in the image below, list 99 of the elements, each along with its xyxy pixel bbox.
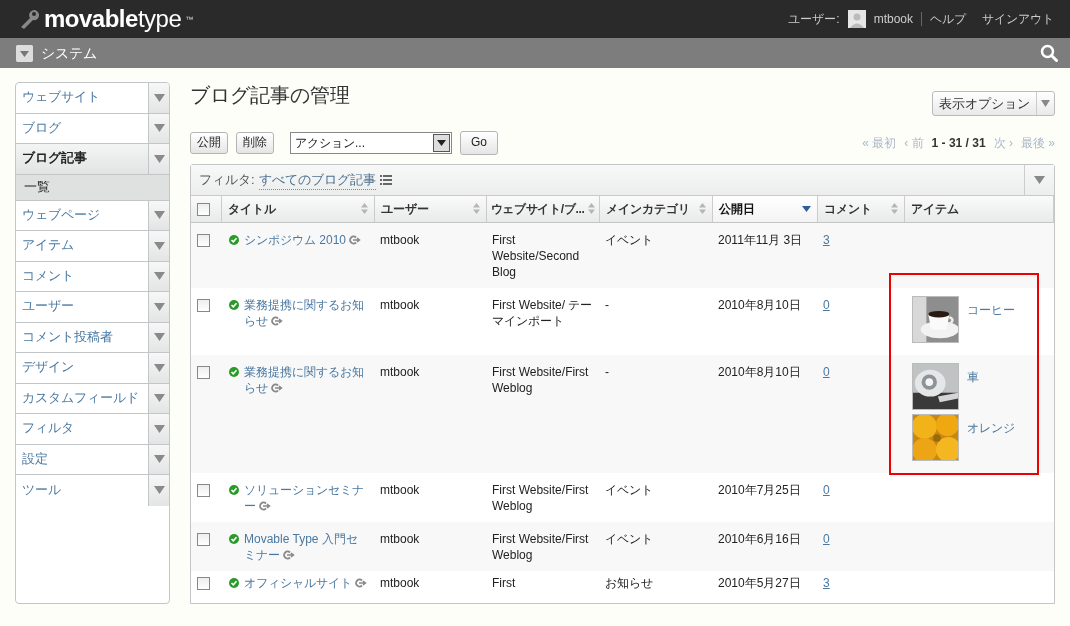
row-checkbox[interactable] [197, 532, 210, 546]
comment-count-link[interactable]: 0 [823, 297, 830, 312]
item-link[interactable]: オレンジ [967, 419, 1015, 436]
author-cell: mtbook [380, 531, 420, 546]
column-header[interactable]: コメント [817, 196, 904, 222]
filter-label: フィルタ: [198, 171, 255, 190]
caret-icon [1034, 176, 1045, 184]
user-label: ユーザー: [788, 11, 840, 28]
view-icon[interactable] [349, 235, 362, 246]
view-icon[interactable] [355, 578, 368, 589]
logo[interactable]: movabletype [44, 7, 182, 31]
author-cell: mtbook [380, 232, 420, 247]
column-header[interactable]: ユーザー [374, 196, 486, 222]
comment-count-link[interactable]: 0 [823, 531, 830, 546]
select-all-checkbox[interactable] [197, 203, 210, 217]
row-checkbox[interactable] [197, 365, 210, 379]
date-cell: 2010年5月27日 [718, 575, 801, 590]
author-cell: mtbook [380, 297, 420, 312]
view-icon[interactable] [283, 550, 296, 561]
sidebar-item[interactable]: ツール [16, 475, 148, 506]
row-checkbox[interactable] [197, 233, 210, 247]
sidebar-item[interactable]: ウェブページ [16, 200, 148, 230]
category-cell: イベント [605, 232, 653, 247]
sort-icon[interactable] [587, 203, 595, 215]
list-icon [379, 175, 392, 185]
category-cell: イベント [605, 482, 653, 497]
sidebar-subitem[interactable]: 一覧 [16, 174, 169, 201]
column-header[interactable]: メインカテゴリ [599, 196, 712, 222]
view-icon[interactable] [271, 316, 284, 327]
site-cell: First Website/ テーマインポート [492, 297, 593, 328]
category-cell: お知らせ [605, 575, 653, 590]
site-cell: First Website/First Weblog [492, 531, 589, 562]
sort-icon[interactable] [360, 203, 368, 215]
date-cell: 2011年11月 3日 [718, 232, 803, 247]
action-button[interactable]: 削除 [236, 132, 274, 154]
filter-link[interactable]: すべてのブログ記事 [258, 169, 376, 191]
row-checkbox[interactable] [197, 298, 210, 312]
category-cell: - [605, 297, 609, 312]
sidebar-item[interactable]: 設定 [16, 444, 148, 474]
row-checkbox[interactable] [197, 576, 210, 590]
date-cell: 2010年8月10日 [718, 297, 801, 312]
column-header[interactable]: 公開日 [712, 196, 817, 222]
caret-icon [1041, 100, 1050, 107]
item-link[interactable]: コーヒー [967, 301, 1015, 318]
row-checkbox[interactable] [197, 483, 210, 497]
sort-descending-icon[interactable] [801, 205, 811, 212]
header-link[interactable]: サインアウト [982, 10, 1054, 28]
sidebar-item[interactable]: ウェブサイト [16, 83, 148, 113]
date-cell: 2010年6月16日 [718, 531, 801, 546]
avatar-icon [847, 10, 866, 28]
date-cell: 2010年8月10日 [718, 364, 801, 379]
comment-count-link[interactable]: 0 [823, 482, 830, 497]
user-link[interactable]: mtbook [873, 10, 913, 28]
author-cell: mtbook [380, 364, 420, 379]
comment-count-link[interactable]: 3 [823, 575, 830, 590]
sort-icon[interactable] [698, 203, 706, 215]
site-cell: First Website/First Weblog [492, 482, 589, 513]
comment-count-link[interactable]: 3 [823, 232, 830, 247]
category-cell: イベント [605, 531, 653, 546]
author-cell: mtbook [380, 575, 420, 590]
sidebar-item[interactable]: デザイン [16, 353, 148, 383]
sidebar-item[interactable]: ブログ記事 [16, 144, 148, 174]
site-cell: First [492, 575, 516, 590]
trademark: ™ [185, 14, 194, 26]
entry-title-link[interactable]: ソリューションセミナー [244, 481, 368, 514]
date-cell: 2010年7月25日 [718, 482, 801, 497]
sidebar-item[interactable]: コメント [16, 261, 148, 291]
view-icon[interactable] [271, 383, 284, 394]
sort-icon[interactable] [472, 203, 480, 215]
header-link[interactable]: ヘルプ [930, 10, 966, 28]
sidebar-item[interactable]: ユーザー [16, 292, 148, 322]
category-cell: - [605, 364, 609, 379]
entry-title-link[interactable]: 業務提携に関するお知らせ [244, 296, 368, 329]
column-header[interactable]: ウェブサイト/ブ... [486, 196, 599, 222]
site-cell: First Website/Second Blog [492, 232, 580, 279]
search-icon[interactable] [1040, 44, 1058, 62]
sidebar-item[interactable]: カスタムフィールド [16, 383, 148, 413]
scope-label[interactable]: システム [41, 42, 97, 64]
column-header[interactable]: アイテム [904, 196, 1054, 222]
entry-title-link[interactable]: オフィシャルサイト [244, 574, 368, 591]
dropdown-icon[interactable] [16, 44, 33, 62]
item-link[interactable]: 車 [967, 368, 979, 385]
display-options-button[interactable]: 表示オプション [932, 91, 1055, 116]
action-button[interactable]: 公開 [190, 132, 228, 154]
action-select[interactable]: アクション... [290, 132, 452, 154]
comment-count-link[interactable]: 0 [823, 364, 830, 379]
sidebar-item[interactable]: アイテム [16, 231, 148, 261]
column-header[interactable]: タイトル [221, 196, 374, 222]
author-cell: mtbook [380, 482, 420, 497]
sidebar-item[interactable]: コメント投稿者 [16, 322, 148, 352]
caret-icon [437, 140, 446, 146]
sidebar-item[interactable]: ブログ [16, 113, 148, 143]
view-icon[interactable] [259, 501, 272, 512]
site-cell: First Website/First Weblog [492, 364, 589, 395]
page-title: ブログ記事の管理 [190, 83, 350, 107]
page-range: 1 - 31 / 31 [931, 135, 986, 152]
go-button[interactable]: Go [460, 131, 498, 155]
sort-icon[interactable] [890, 203, 898, 215]
sidebar-item[interactable]: フィルタ [16, 414, 148, 444]
